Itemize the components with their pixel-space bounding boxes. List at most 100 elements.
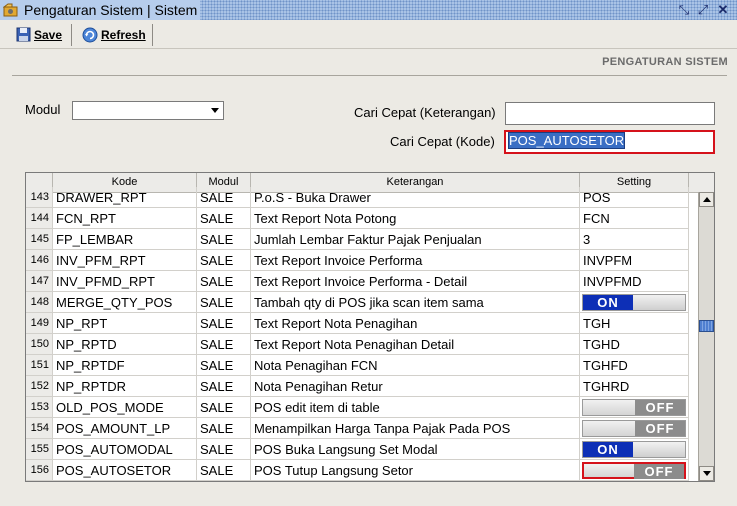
close-icon[interactable]: ✕ [715, 1, 731, 18]
arrow-up-icon [703, 197, 711, 202]
scroll-down-button[interactable] [699, 466, 714, 481]
table-row[interactable]: 148 MERGE_QTY_POS SALE Tambah qty di POS ji… [26, 292, 689, 313]
setting-toggle-off[interactable]: OFF [582, 399, 686, 416]
cell-kode: NP_RPT [53, 313, 197, 334]
table-row[interactable]: 151 NP_RPTDF SALE Nota Penagihan FCN TGHFD [26, 355, 689, 376]
cell-kode: POS_AUTOMODAL [53, 439, 197, 460]
cell-keterangan: Nota Penagihan FCN [251, 355, 580, 376]
cell-kode: FP_LEMBAR [53, 229, 197, 250]
cell-setting[interactable]: OFF [580, 397, 689, 418]
title-bar: Pengaturan Sistem | Sistem ⤡ ⤢ ✕ [0, 0, 737, 20]
row-number: 152 [26, 376, 53, 397]
save-button[interactable]: Save [16, 24, 62, 45]
cell-kode: MERGE_QTY_POS [53, 292, 197, 313]
setting-toggle-on[interactable]: ON [582, 294, 686, 311]
scroll-up-button[interactable] [699, 192, 714, 207]
cell-keterangan: POS Buka Langsung Set Modal [251, 439, 580, 460]
refresh-label: Refresh [101, 27, 146, 42]
refresh-icon [82, 27, 98, 42]
cell-kode: DRAWER_RPT [53, 187, 197, 208]
table-row[interactable]: 144 FCN_RPT SALE Text Report Nota Potong FCN [26, 208, 689, 229]
cell-setting[interactable]: POS [580, 187, 689, 208]
table-row[interactable]: 149 NP_RPT SALE Text Report Nota Penagihan T… [26, 313, 689, 334]
table-row[interactable]: 154 POS_AMOUNT_LP SALE Menampilkan Harga Ta… [26, 418, 689, 439]
setting-toggle-off[interactable]: OFF [582, 462, 686, 479]
toolbar-separator [152, 24, 153, 46]
chevron-down-icon [211, 108, 219, 113]
cell-keterangan: Text Report Invoice Performa - Detail [251, 271, 580, 292]
refresh-button[interactable]: Refresh [82, 24, 146, 45]
row-number: 148 [26, 292, 53, 313]
cari-keterangan-input[interactable] [505, 102, 715, 125]
row-number: 149 [26, 313, 53, 334]
panel-title: PENGATURAN SISTEM [602, 56, 728, 68]
cell-setting[interactable]: OFF [580, 460, 689, 481]
setting-toggle-off[interactable]: OFF [582, 420, 686, 437]
cell-setting[interactable]: TGHFD [580, 355, 689, 376]
cell-kode: INV_PFMD_RPT [53, 271, 197, 292]
cell-setting[interactable]: ON [580, 439, 689, 460]
restore-icon[interactable]: ⤡ [676, 1, 692, 18]
cell-keterangan: Text Report Nota Penagihan Detail [251, 334, 580, 355]
cell-modul: SALE [197, 355, 251, 376]
cell-kode: POS_AUTOSETOR [53, 460, 197, 481]
table-row[interactable]: 147 INV_PFMD_RPT SALE Text Report Invoice P… [26, 271, 689, 292]
cell-setting[interactable]: OFF [580, 418, 689, 439]
cell-modul: SALE [197, 292, 251, 313]
table-row[interactable]: 143 DRAWER_RPT SALE P.o.S - Buka Drawer POS [26, 187, 689, 208]
cell-modul: SALE [197, 271, 251, 292]
row-number: 154 [26, 418, 53, 439]
cell-setting[interactable]: FCN [580, 208, 689, 229]
cari-kode-input[interactable]: POS_AUTOSETOR [504, 130, 715, 154]
row-number: 156 [26, 460, 53, 481]
panel-divider [12, 75, 727, 76]
row-number: 144 [26, 208, 53, 229]
table-row[interactable]: 145 FP_LEMBAR SALE Jumlah Lembar Faktur Paj… [26, 229, 689, 250]
cell-kode: POS_AMOUNT_LP [53, 418, 197, 439]
vertical-scrollbar[interactable] [698, 192, 714, 481]
cell-modul: SALE [197, 460, 251, 481]
cell-setting[interactable]: TGHRD [580, 376, 689, 397]
table-row[interactable]: 150 NP_RPTD SALE Text Report Nota Penagihan… [26, 334, 689, 355]
row-number: 155 [26, 439, 53, 460]
table-row[interactable]: 146 INV_PFM_RPT SALE Text Report Invoice Pe… [26, 250, 689, 271]
table-row[interactable]: 156 POS_AUTOSETOR SALE POS Tutup Langsung S… [26, 460, 689, 481]
cell-keterangan: Text Report Nota Penagihan [251, 313, 580, 334]
cell-setting[interactable]: INVPFMD [580, 271, 689, 292]
row-number: 150 [26, 334, 53, 355]
toolbar-separator [71, 24, 72, 46]
cell-modul: SALE [197, 208, 251, 229]
cell-kode: NP_RPTDR [53, 376, 197, 397]
table-row[interactable]: 153 OLD_POS_MODE SALE POS edit item di tabl… [26, 397, 689, 418]
toolbar: Save Refresh [0, 21, 737, 49]
toggle-knob: ON [583, 442, 633, 457]
table-row[interactable]: 152 NP_RPTDR SALE Nota Penagihan Retur TGHRD [26, 376, 689, 397]
cell-modul: SALE [197, 334, 251, 355]
cell-setting[interactable]: 3 [580, 229, 689, 250]
cell-keterangan: Nota Penagihan Retur [251, 376, 580, 397]
table-row[interactable]: 155 POS_AUTOMODAL SALE POS Buka Langsung Se… [26, 439, 689, 460]
setting-toggle-on[interactable]: ON [582, 441, 686, 458]
toggle-knob: OFF [634, 464, 684, 479]
cell-keterangan: Text Report Nota Potong [251, 208, 580, 229]
row-number: 146 [26, 250, 53, 271]
toggle-knob: ON [583, 295, 633, 310]
cell-keterangan: Tambah qty di POS jika scan item sama [251, 292, 580, 313]
scrollbar-thumb[interactable] [699, 320, 714, 332]
cell-setting[interactable]: TGH [580, 313, 689, 334]
toggle-knob: OFF [635, 421, 685, 436]
cell-setting[interactable]: ON [580, 292, 689, 313]
maximize-icon[interactable]: ⤢ [695, 1, 711, 18]
cell-kode: NP_RPTDF [53, 355, 197, 376]
cell-keterangan: Menampilkan Harga Tanpa Pajak Pada POS [251, 418, 580, 439]
cell-setting[interactable]: TGHD [580, 334, 689, 355]
gear-folder-icon [3, 3, 18, 17]
cell-keterangan: Text Report Invoice Performa [251, 250, 580, 271]
row-number: 153 [26, 397, 53, 418]
cari-kode-value: POS_AUTOSETOR [508, 132, 626, 149]
cell-setting[interactable]: INVPFM [580, 250, 689, 271]
cell-modul: SALE [197, 397, 251, 418]
cell-keterangan: P.o.S - Buka Drawer [251, 187, 580, 208]
modul-select[interactable] [72, 101, 224, 120]
cell-modul: SALE [197, 439, 251, 460]
